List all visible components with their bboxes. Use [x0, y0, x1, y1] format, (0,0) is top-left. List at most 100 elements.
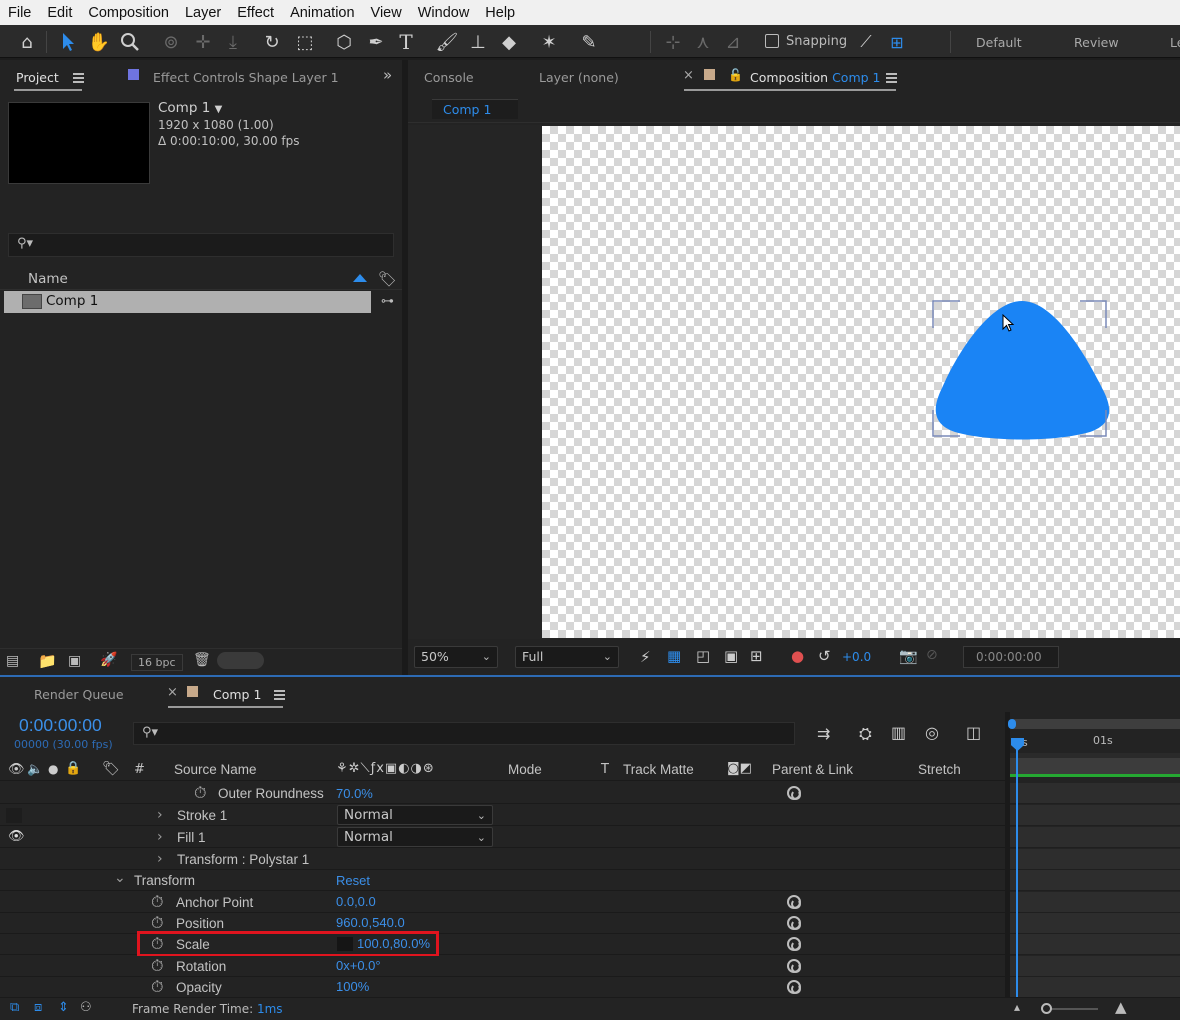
label-column-icon[interactable]: 🏷 [102, 761, 120, 777]
menu-view[interactable]: View [363, 5, 410, 21]
snap-edge-icon[interactable]: ⟋ [853, 29, 879, 55]
project-search-input[interactable]: ⚲▾ [8, 233, 394, 257]
motion-blur-icon[interactable]: ◎ [925, 723, 939, 742]
tab-effect-controls[interactable]: Effect Controls Shape Layer 1 [153, 70, 339, 85]
work-area-start-handle[interactable] [1008, 719, 1016, 729]
menu-help[interactable]: Help [477, 5, 523, 21]
tab-layer[interactable]: Layer (none) [539, 70, 619, 85]
view-axis-icon[interactable]: ⊿ [720, 29, 746, 55]
shape-tool-icon[interactable]: ⬡ [331, 29, 357, 55]
pan-camera-icon[interactable]: ✛ [190, 29, 216, 55]
expand-chevron-icon[interactable]: › [157, 851, 163, 867]
snapshot-camera-icon[interactable]: 📷 [899, 647, 918, 665]
time-navigator[interactable] [1010, 758, 1180, 774]
mask-visibility-icon[interactable]: ◰ [696, 647, 710, 665]
property-value[interactable]: 960.0,540.0 [336, 915, 405, 930]
close-tab-icon[interactable]: × [683, 68, 694, 83]
zoom-dropdown[interactable]: 50% ⌄ [414, 646, 498, 668]
hand-tool-icon[interactable]: ✋ [86, 29, 112, 55]
menu-composition[interactable]: Composition [80, 5, 177, 21]
bpc-button[interactable]: 16 bpc [131, 654, 183, 671]
property-row-stroke[interactable]: › Stroke 1 Normal ⌄ [0, 805, 1005, 826]
interpret-footage-icon[interactable]: ▤ [6, 653, 19, 669]
snap-grid-icon[interactable]: ⊞ [884, 29, 910, 55]
region-of-interest-icon[interactable]: ▣ [724, 647, 738, 665]
tab-timeline-comp[interactable]: Comp 1 [213, 687, 261, 702]
workspace-learn[interactable]: Le [1170, 35, 1180, 50]
pick-whip-icon[interactable] [787, 980, 801, 994]
blend-mode-dropdown[interactable]: Normal ⌄ [337, 827, 493, 847]
rotation-tool-icon[interactable]: ↻ [259, 29, 285, 55]
pick-whip-icon[interactable] [787, 916, 801, 930]
fast-preview-icon[interactable]: ⚡ [640, 648, 651, 666]
flowchart-icon[interactable]: ⊶ [381, 294, 394, 309]
menu-file[interactable]: File [0, 5, 39, 21]
tab-console[interactable]: Console [424, 70, 474, 85]
property-row-fill[interactable]: 👁 › Fill 1 Normal ⌄ [0, 827, 1005, 848]
project-menu-icon[interactable] [73, 73, 84, 83]
column-track-matte[interactable]: Track Matte [623, 762, 694, 777]
workspace-default[interactable]: Default [976, 35, 1022, 50]
column-parent-link[interactable]: Parent & Link [772, 762, 853, 777]
blend-mode-dropdown[interactable]: Normal ⌄ [337, 805, 493, 825]
column-stretch[interactable]: Stretch [918, 762, 961, 777]
delete-icon[interactable]: 🗑 [193, 652, 211, 668]
solo-switch-icon[interactable]: ● [48, 762, 58, 776]
comp-breadcrumb[interactable]: Comp 1 [432, 99, 518, 119]
zoom-tool-icon[interactable] [117, 29, 143, 55]
column-preserve-transparency[interactable]: T [601, 762, 609, 777]
timeline-menu-icon[interactable] [274, 690, 285, 700]
channel-icon[interactable]: ● [791, 647, 804, 665]
stopwatch-icon[interactable]: ⏱ [151, 977, 163, 997]
property-value[interactable]: 100% [336, 979, 369, 994]
puppet-pin-icon[interactable]: ✎ [576, 29, 602, 55]
expand-chevron-icon[interactable]: › [157, 829, 163, 845]
property-row-opacity[interactable]: ⏱ Opacity 100% [0, 977, 1005, 998]
label-tag-icon[interactable]: 🏷 [378, 270, 397, 288]
menu-window[interactable]: Window [410, 5, 478, 21]
pick-whip-icon[interactable] [787, 895, 801, 909]
stopwatch-icon[interactable]: ⏱ [194, 783, 206, 803]
zoom-in-icon[interactable]: ▲ [1115, 998, 1127, 1016]
pick-whip-icon[interactable] [787, 937, 801, 951]
video-switch-icon[interactable]: 👁 [8, 762, 25, 777]
guides-icon[interactable]: ⊞ [750, 647, 763, 665]
comp-info-name[interactable]: Comp 1 ▼ [158, 100, 222, 116]
column-name[interactable]: Name [28, 271, 68, 287]
panel-overflow-icon[interactable]: » [383, 66, 392, 84]
property-row-transform-polystar[interactable]: › Transform : Polystar 1 [0, 849, 1005, 870]
work-area-bar[interactable] [1012, 719, 1180, 729]
reset-link[interactable]: Reset [336, 873, 370, 888]
project-item-comp[interactable]: Comp 1 [4, 291, 371, 313]
draft-3d-icon[interactable]: ⛭ [859, 724, 872, 744]
pan-behind-icon[interactable]: ⬚ [292, 29, 318, 55]
property-row-rotation[interactable]: ⏱ Rotation 0x+0.0° [0, 956, 1005, 977]
workspace-review[interactable]: Review [1074, 35, 1119, 50]
viewer-timecode[interactable]: 0:00:00:00 [963, 646, 1059, 668]
clone-stamp-icon[interactable]: ⊥ [465, 29, 491, 55]
render-time-toggle-icon[interactable]: ⚇ [80, 1000, 92, 1015]
color-management-icon[interactable]: ↺ [818, 647, 831, 665]
tab-project[interactable]: Project [16, 70, 59, 85]
in-out-toggle-icon[interactable]: ⇕ [58, 1000, 69, 1015]
tab-render-queue[interactable]: Render Queue [34, 687, 124, 702]
menu-effect[interactable]: Effect [229, 5, 282, 21]
menu-layer[interactable]: Layer [177, 5, 229, 21]
pen-tool-icon[interactable]: ✒ [363, 29, 389, 55]
sort-ascending-icon[interactable] [353, 274, 367, 282]
column-source-name[interactable]: Source Name [174, 762, 257, 777]
timeline-zoom-handle[interactable] [1041, 1003, 1052, 1014]
composition-mini-flowchart-icon[interactable]: ⇉ [817, 724, 830, 743]
lock-icon[interactable]: 🔓 [728, 68, 743, 82]
property-row-anchor-point[interactable]: ⏱ Anchor Point 0.0,0.0 [0, 892, 1005, 913]
close-comp-tab-icon[interactable]: × [167, 685, 178, 700]
local-axis-icon[interactable]: ⊹ [660, 29, 686, 55]
property-value[interactable]: 0.0,0.0 [336, 894, 376, 909]
lock-switch-icon[interactable]: 🔒 [65, 761, 81, 776]
stopwatch-icon[interactable]: ⏱ [151, 956, 163, 976]
tab-composition[interactable]: Composition Comp 1 [750, 70, 880, 85]
type-tool-icon[interactable]: T [393, 29, 419, 55]
show-snapshot-icon[interactable]: ⊘ [926, 647, 938, 663]
video-toggle[interactable] [6, 808, 22, 823]
frame-blending-icon[interactable]: ▥ [891, 723, 906, 742]
